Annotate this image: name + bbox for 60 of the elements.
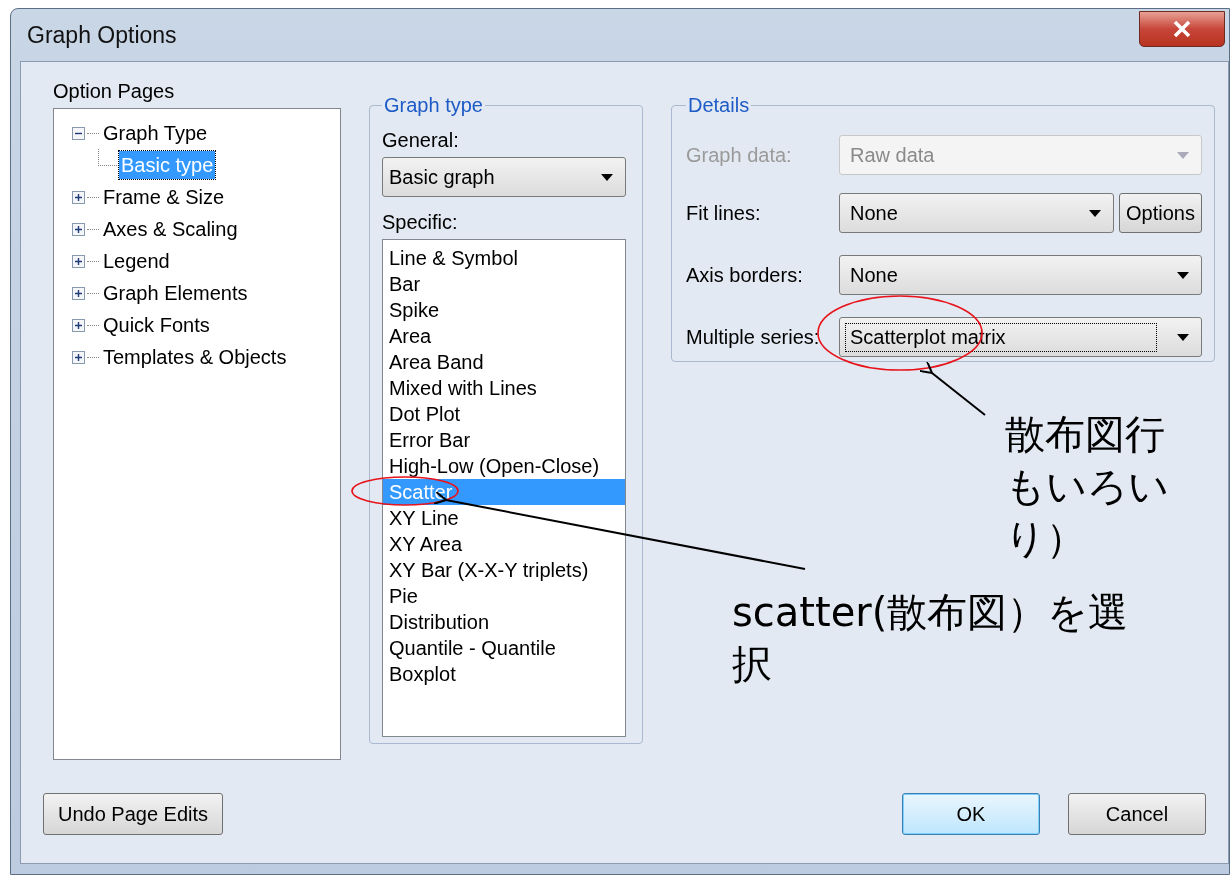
general-label: General: <box>382 128 460 153</box>
field-label: Multiple series: <box>686 325 821 349</box>
window-title: Graph Options <box>27 21 177 49</box>
list-item[interactable]: Quantile - Quantile <box>383 635 625 661</box>
collapse-icon[interactable] <box>72 126 85 140</box>
expand-icon[interactable] <box>72 254 85 268</box>
tree-item[interactable]: Quick Fonts <box>101 311 212 339</box>
close-icon <box>1171 20 1193 38</box>
expand-icon[interactable] <box>72 190 85 204</box>
expand-icon[interactable] <box>72 222 85 236</box>
annotation-text: scatter(散布図）を選 <box>732 588 1129 637</box>
list-item[interactable]: Spike <box>383 297 625 323</box>
tree-item[interactable]: Frame & Size <box>101 183 227 211</box>
caret-icon <box>601 173 613 181</box>
expand-icon[interactable] <box>72 286 85 300</box>
annotation-text: り） <box>1005 514 1087 563</box>
annotation-text: 散布図行 <box>1005 410 1166 459</box>
tree-item[interactable]: Legend <box>101 247 172 275</box>
list-item[interactable]: Error Bar <box>383 427 625 453</box>
tree-item[interactable]: Templates & Objects <box>101 343 289 371</box>
dialog-button[interactable]: OK <box>902 793 1040 835</box>
arrow <box>918 360 986 416</box>
list-item[interactable]: Distribution <box>383 609 625 635</box>
group-legend: Graph type <box>382 94 485 117</box>
tree-item[interactable]: Graph Elements <box>101 279 250 307</box>
group-legend: Details <box>686 94 752 117</box>
dropdown[interactable]: None <box>839 193 1115 233</box>
caret-icon <box>1177 271 1189 279</box>
list-item[interactable]: Pie <box>383 583 625 609</box>
option-pages-label: Option Pages <box>53 79 176 104</box>
list-item[interactable]: Bar <box>383 271 625 297</box>
caret-icon <box>1089 209 1102 217</box>
close-button[interactable] <box>1139 11 1225 47</box>
caret-icon <box>1177 333 1189 341</box>
expand-icon[interactable] <box>72 318 85 332</box>
list-item[interactable]: XY Line <box>383 505 625 531</box>
list-item[interactable]: XY Bar (X-X-Y triplets) <box>383 557 625 583</box>
list-item[interactable]: Area <box>383 323 625 349</box>
annotation-text: 択 <box>732 640 773 689</box>
list-item[interactable]: Dot Plot <box>383 401 625 427</box>
options-button[interactable]: Options <box>1119 193 1202 233</box>
tree-item[interactable]: Graph Type <box>101 119 210 147</box>
expand-icon[interactable] <box>72 350 85 364</box>
list-item[interactable]: High-Low (Open-Close) <box>383 453 625 479</box>
list-item[interactable]: Line & Symbol <box>383 245 625 271</box>
dialog-button[interactable]: Undo Page Edits <box>43 793 223 835</box>
list-item[interactable]: Mixed with Lines <box>383 375 625 401</box>
list-item[interactable]: Area Band <box>383 349 625 375</box>
field-label: Axis borders: <box>686 263 804 287</box>
annotation-text: もいろい <box>1005 462 1169 511</box>
general-dropdown[interactable]: Basic graph <box>382 157 626 197</box>
field-label: Fit lines: <box>686 201 762 225</box>
dropdown[interactable]: None <box>839 255 1202 295</box>
caret-icon <box>1177 151 1189 159</box>
list-item[interactable]: Boxplot <box>383 661 625 687</box>
field-label: Graph data: <box>686 143 793 167</box>
list-item[interactable]: XY Area <box>383 531 625 557</box>
specific-label: Specific: <box>382 210 459 235</box>
tree-item[interactable]: Axes & Scaling <box>101 215 240 243</box>
dialog-button[interactable]: Cancel <box>1068 793 1206 835</box>
